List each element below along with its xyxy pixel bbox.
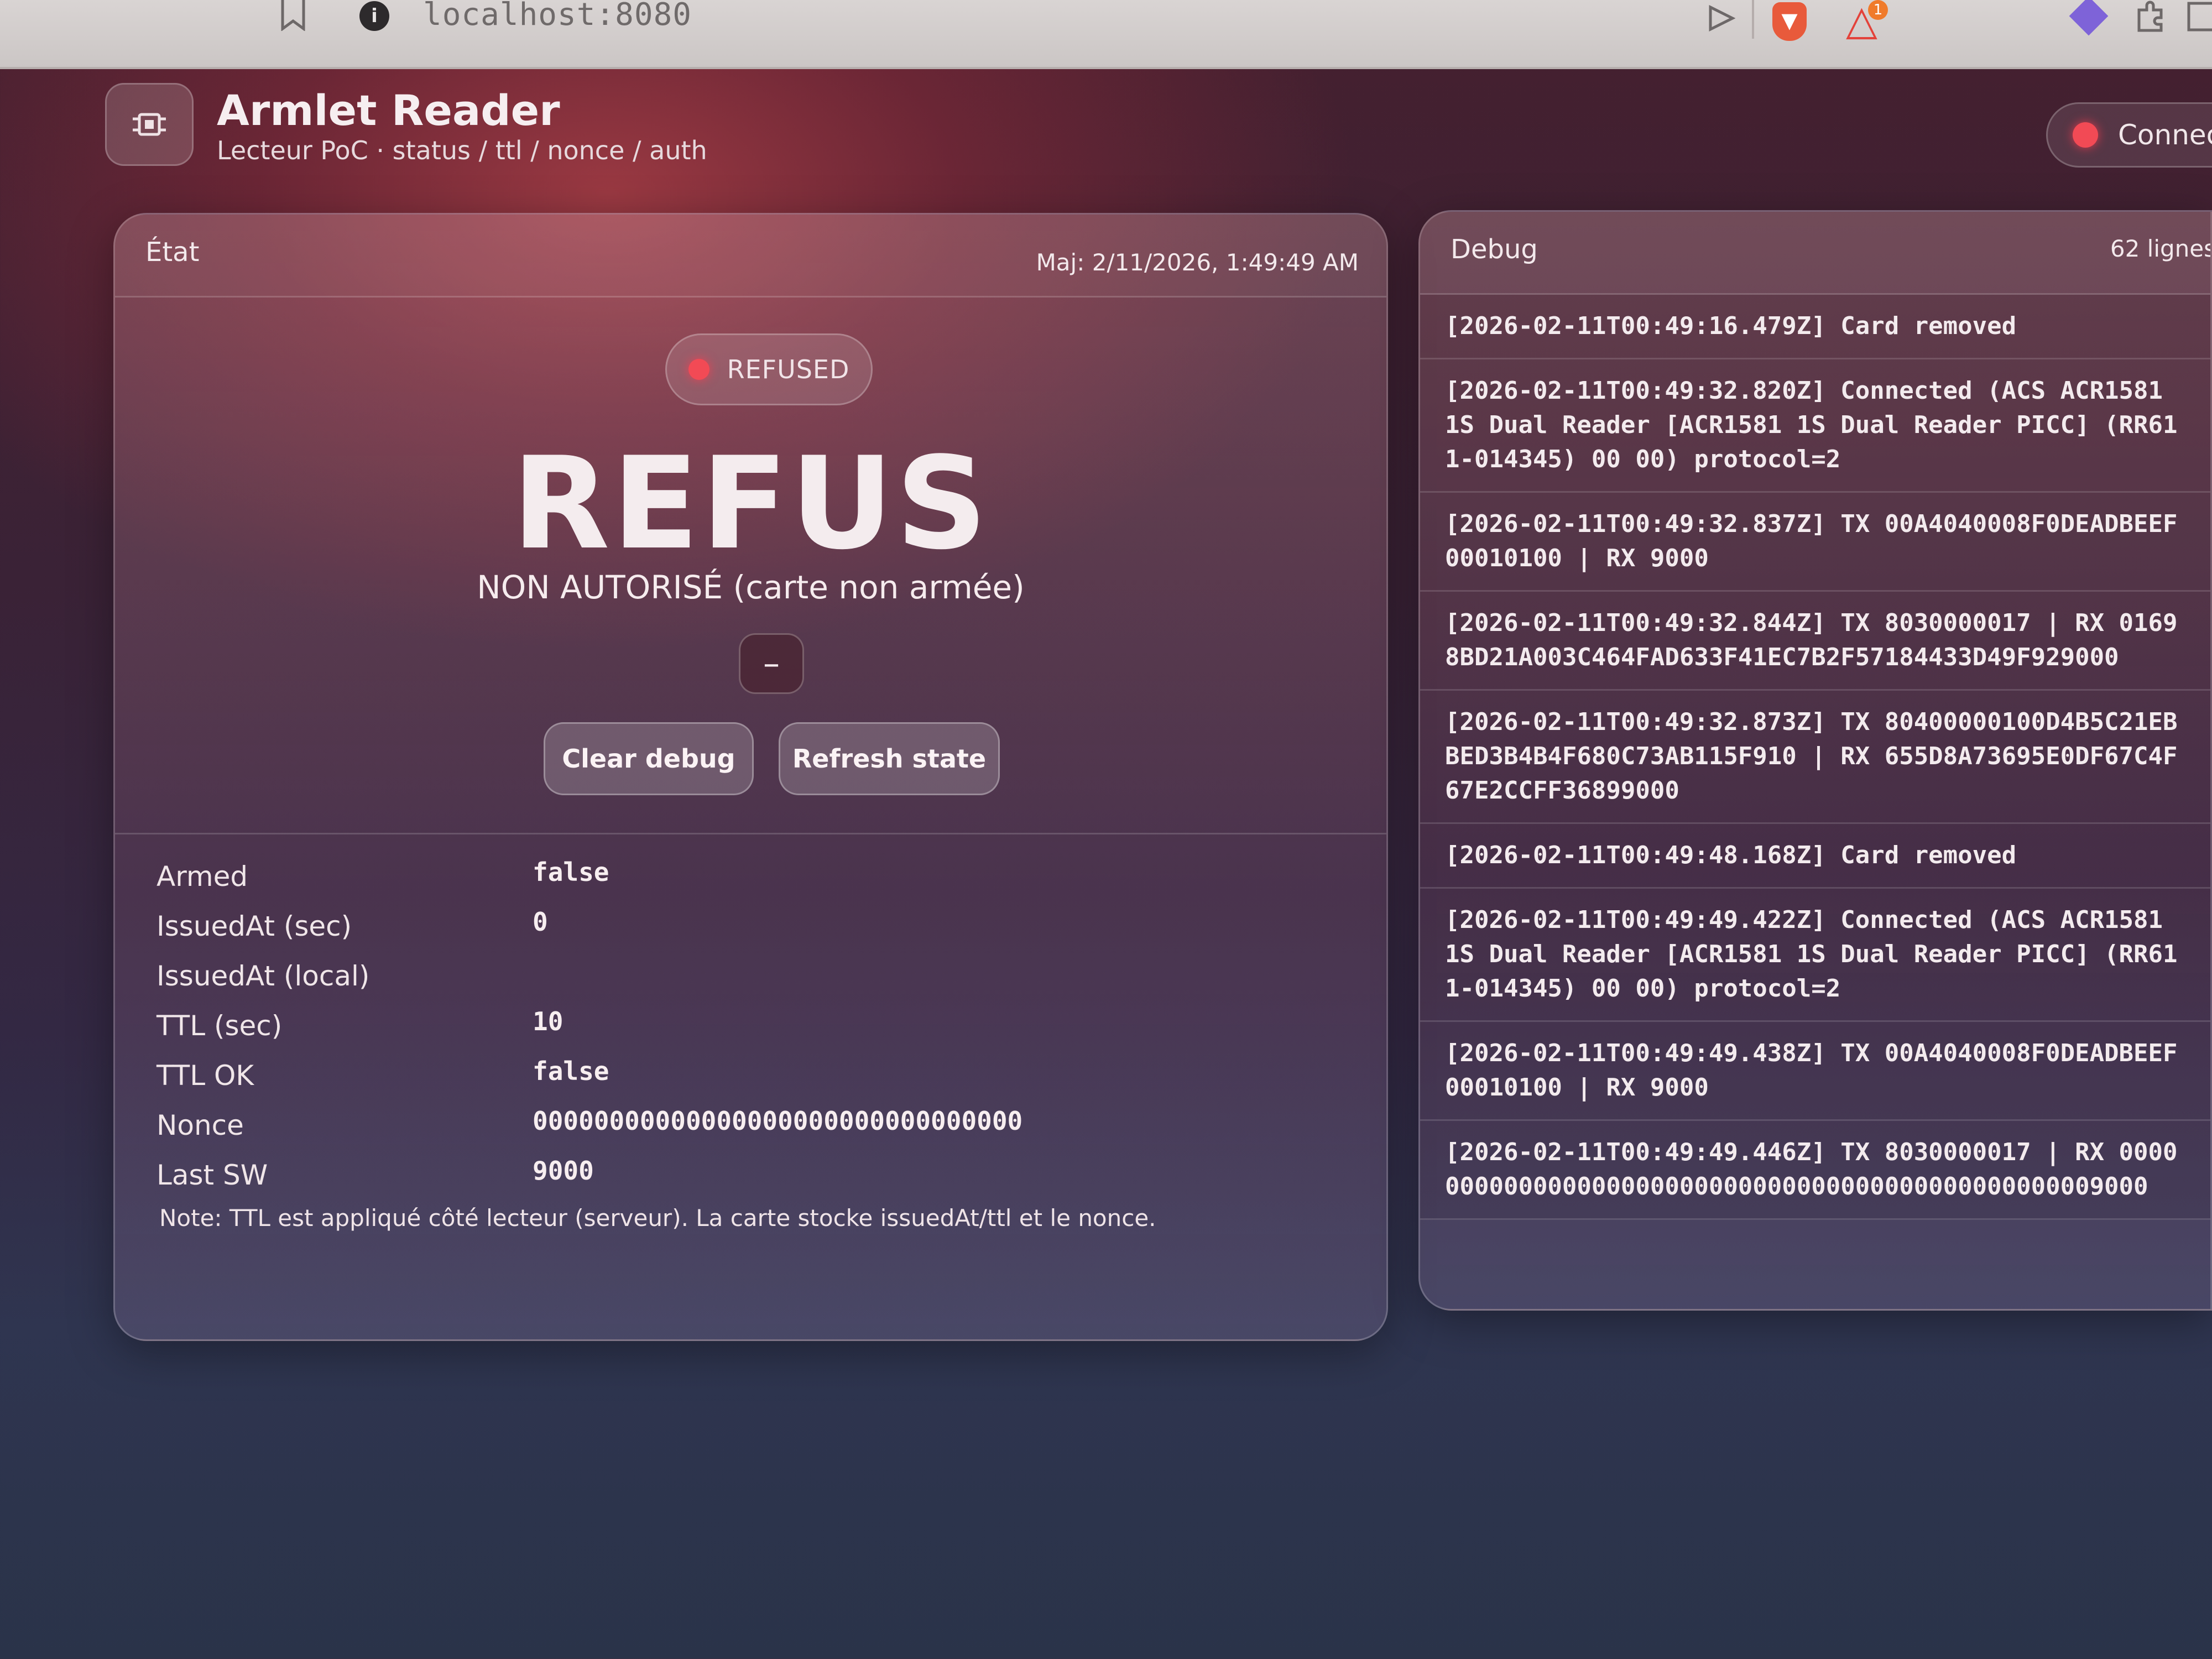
field-key: IssuedAt (local) [156,960,370,992]
connection-status[interactable]: Connect [2046,102,2212,168]
log-entry: [2026-02-11T00:49:49.422Z] Connected (AC… [1420,889,2210,1022]
app-title: Armlet Reader [217,86,560,135]
log-entry: [2026-02-11T00:49:49.438Z] TX 00A4040008… [1420,1022,2210,1121]
site-info-icon[interactable]: i [359,1,389,31]
field-key: Nonce [156,1109,244,1141]
field-row-nonce: Nonce 00000000000000000000000000000000 [156,1099,1345,1149]
field-row-armed: Armed false [156,851,1345,900]
sidebar-toggle-icon[interactable] [2187,0,2212,33]
log-entry: [2026-02-11T00:49:32.837Z] TX 00A4040008… [1420,493,2210,592]
debug-panel-title: Debug [1451,234,1538,265]
field-value: 9000 [533,1156,594,1186]
brave-shield-icon[interactable]: ▼ [1772,2,1807,41]
field-row-issuedat-local: IssuedAt (local) [156,950,1345,1000]
status-badge: REFUSED [665,333,873,405]
field-value: false [533,1056,609,1086]
bookmark-icon[interactable] [279,0,307,33]
field-row-issuedat-sec: IssuedAt (sec) 0 [156,900,1345,950]
debug-log-list[interactable]: [2026-02-11T00:49:16.479Z] Card removed … [1420,295,2210,1309]
extensions-puzzle-icon[interactable] [2133,0,2167,33]
state-panel: État Maj: 2/11/2026, 1:49:49 AM REFUSED … [113,213,1388,1341]
ttl-note: Note: TTL est appliqué côté lecteur (ser… [159,1204,1156,1232]
log-entry: [2026-02-11T00:49:49.446Z] TX 8030000017… [1420,1121,2210,1220]
log-entry: [2026-02-11T00:49:16.479Z] Card removed [1420,295,2210,359]
field-row-ttl-sec: TTL (sec) 10 [156,1000,1345,1050]
dash-button[interactable]: – [739,633,804,694]
field-value: false [533,857,609,887]
toolbar-separator [1752,0,1754,39]
address-bar[interactable]: localhost:8080 [423,0,692,33]
verdict-detail: NON AUTORISÉ (carte non armée) [477,568,1025,606]
state-fields: Armed false IssuedAt (sec) 0 IssuedAt (l… [156,851,1345,1199]
browser-toolbar: i localhost:8080 ▼ △ 1 [0,0,2212,69]
field-key: TTL OK [156,1060,254,1092]
field-value: 0 [533,907,548,937]
field-key: TTL (sec) [156,1010,283,1042]
state-panel-header: État Maj: 2/11/2026, 1:49:49 AM [115,215,1386,298]
field-key: Armed [156,860,248,893]
debug-panel-header: Debug 62 lignes [1420,212,2210,295]
field-value: 10 [533,1006,564,1036]
refresh-state-button[interactable]: Refresh state [779,722,1000,795]
field-row-last-sw: Last SW 9000 [156,1149,1345,1199]
status-badge-label: REFUSED [727,354,850,384]
debug-panel: Debug 62 lignes [2026-02-11T00:49:16.479… [1418,210,2212,1311]
send-icon[interactable] [1708,4,1736,38]
state-panel-title: État [145,237,200,268]
debug-line-count: 62 lignes [2110,235,2212,262]
state-divider [115,833,1386,834]
last-updated: Maj: 2/11/2026, 1:49:49 AM [1036,249,1359,276]
field-value: 00000000000000000000000000000000 [533,1106,1023,1136]
field-key: IssuedAt (sec) [156,910,352,942]
field-row-ttl-ok: TTL OK false [156,1050,1345,1099]
connection-status-label: Connect [2118,119,2212,151]
field-key: Last SW [156,1159,268,1191]
log-entry: [2026-02-11T00:49:32.873Z] TX 8040000010… [1420,691,2210,824]
clear-debug-button[interactable]: Clear debug [544,722,754,795]
verdict-title: REFUS [512,430,990,578]
log-entry: [2026-02-11T00:49:32.820Z] Connected (AC… [1420,359,2210,493]
connection-status-dot-icon [2073,122,2098,148]
status-dot-icon [688,359,709,380]
log-entry: [2026-02-11T00:49:48.168Z] Card removed [1420,824,2210,889]
log-entry: [2026-02-11T00:49:32.844Z] TX 8030000017… [1420,592,2210,691]
rewards-badge: 1 [1868,0,1888,20]
wallet-icon[interactable] [2069,0,2109,36]
app-subtitle: Lecteur PoC · status / ttl / nonce / aut… [217,135,707,165]
app-logo-chip-icon [105,83,194,166]
